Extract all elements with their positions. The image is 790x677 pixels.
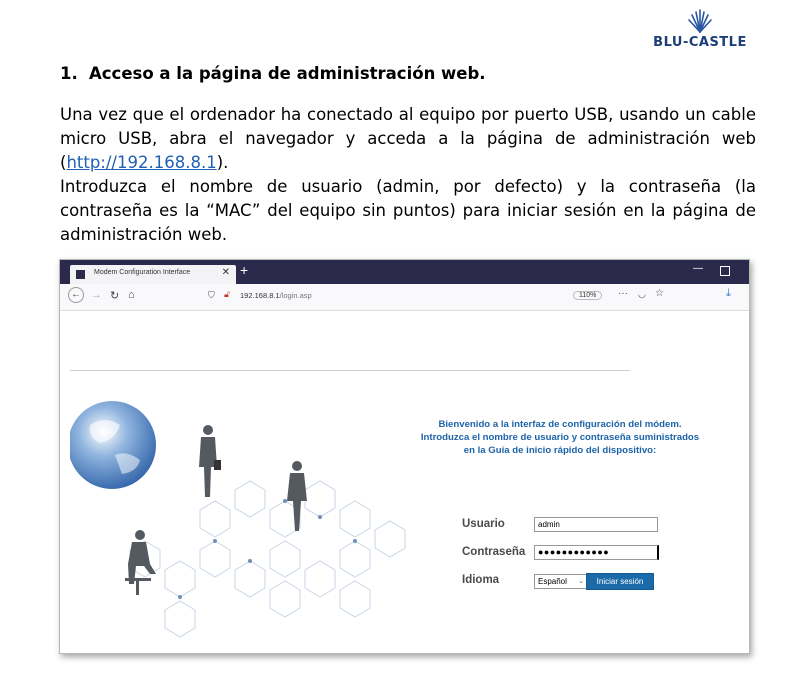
- chevron-down-icon: ⌄: [578, 578, 584, 585]
- back-icon[interactable]: ←: [68, 287, 84, 303]
- welcome-line: Introduzca el nombre de usuario y contra…: [420, 432, 700, 443]
- language-select[interactable]: Español ⌄: [534, 574, 587, 589]
- paragraph-login: Introduzca el nombre de usuario (admin, …: [60, 177, 756, 244]
- welcome-line: Bienvenido a la interfaz de configuració…: [438, 419, 682, 430]
- pocket-icon[interactable]: ◡: [638, 289, 646, 300]
- new-tab-icon[interactable]: +: [240, 262, 248, 278]
- download-icon[interactable]: ⤓: [726, 287, 731, 300]
- url-path: /login.asp: [279, 291, 312, 300]
- zoom-level[interactable]: 110%: [573, 291, 603, 300]
- password-label: Contraseña: [462, 546, 526, 558]
- section-heading: 1. Acceso a la página de administración w…: [60, 64, 486, 83]
- language-label: Idioma: [462, 574, 500, 586]
- username-label: Usuario: [462, 518, 505, 530]
- language-value: Español: [538, 577, 567, 586]
- insecure-lock-icon: 🔓︎: [224, 289, 230, 299]
- browser-nav-bar: ← → ↻ ⌂ ⛉ 🔓︎ 192.168.8.1/login.asp 110% …: [60, 284, 749, 311]
- heading-number: 1.: [60, 64, 78, 83]
- admin-url-link[interactable]: http://192.168.8.1: [66, 153, 216, 172]
- reload-icon[interactable]: ↻: [110, 289, 119, 302]
- paragraph-access: Una vez que el ordenador ha conectado al…: [60, 103, 756, 175]
- tab-close-icon[interactable]: ✕: [222, 267, 230, 278]
- logo-text: BLU-CASTLE: [653, 35, 747, 50]
- forward-icon[interactable]: →: [91, 289, 102, 301]
- welcome-line: en la Guía de inicio rápido del disposit…: [463, 445, 657, 456]
- divider: [70, 370, 630, 371]
- blu-castle-logo: BLU-CASTLE: [640, 8, 760, 50]
- minimize-icon[interactable]: —: [693, 263, 703, 274]
- url-text: 192.168.8.1/login.asp: [240, 291, 312, 300]
- login-button[interactable]: Iniciar sesión: [586, 573, 654, 590]
- password-input[interactable]: ●●●●●●●●●●●●: [534, 545, 659, 560]
- browser-screenshot: Modem Configuration Interface ✕ + — ← → …: [59, 259, 750, 654]
- home-icon[interactable]: ⌂: [128, 289, 135, 301]
- browser-tab-bar: Modem Configuration Interface ✕ + —: [60, 260, 749, 284]
- browser-tab[interactable]: Modem Configuration Interface ✕: [70, 265, 236, 284]
- paragraph-access-end: ).: [216, 153, 229, 172]
- shield-icon: ⛉: [208, 290, 215, 300]
- page-actions-icon[interactable]: ···: [618, 288, 628, 299]
- maximize-icon[interactable]: [720, 266, 730, 276]
- network-illustration: [70, 401, 406, 638]
- url-host: 192.168.8.1: [240, 291, 280, 300]
- tab-title: Modem Configuration Interface: [94, 269, 191, 276]
- heading-text: Acceso a la página de administración web…: [89, 64, 486, 83]
- welcome-message: Bienvenido a la interfaz de configuració…: [380, 418, 740, 457]
- castle-fan-icon: [688, 9, 712, 33]
- bookmark-star-icon[interactable]: ☆: [655, 288, 664, 299]
- address-bar[interactable]: ⛉ 🔓︎ 192.168.8.1/login.asp 110% ··· ◡ ☆: [200, 288, 670, 305]
- username-input[interactable]: admin: [534, 517, 658, 532]
- tab-favicon-icon: [76, 270, 85, 279]
